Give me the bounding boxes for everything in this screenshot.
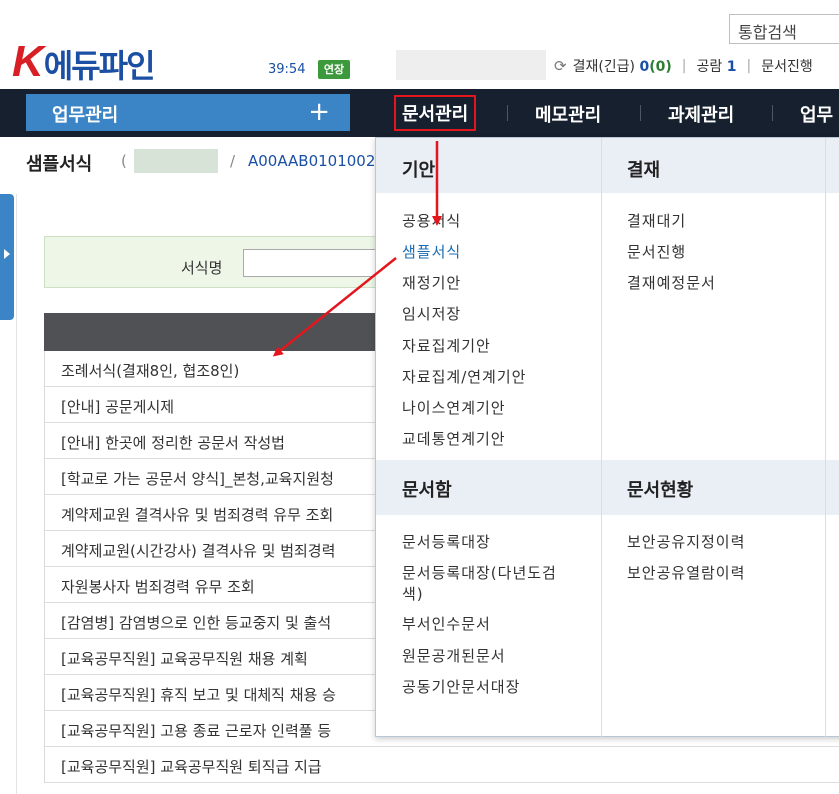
menu-doc-register-multiyear[interactable]: 문서등록대장(다년도검 [402,562,557,583]
list-item[interactable]: [교육공무직원] 교육공무직원 퇴직급 지급 [45,747,839,783]
breadcrumb-code: A00AAB0101002 [248,152,376,170]
session-timer: 39:54 [268,62,306,77]
logo-text: 에듀파인 [43,46,156,85]
work-management-button[interactable]: 업무관리 + [26,94,350,131]
menu-scheduled-approval[interactable]: 결재예정문서 [627,272,716,293]
breadcrumb-paren: ( [121,152,127,170]
user-name-masked [396,50,546,80]
menu-public-original-doc[interactable]: 원문공개된문서 [402,645,506,666]
extend-session-button[interactable]: 연장 [318,60,350,79]
menu-data-collect-draft[interactable]: 자료집계기안 [402,335,491,356]
breadcrumb-slash: / [230,152,236,170]
menu-neis-link-draft[interactable]: 나이스연계기안 [402,397,506,418]
list-header [44,313,384,351]
menu-data-collect-link-draft[interactable]: 자료집계/연계기안 [402,366,526,387]
refresh-icon[interactable]: ⟳ [554,57,567,75]
plus-icon: + [308,97,330,127]
top-info-bar: ⟳ 결재(긴급) 0(0) | 공람 1 | 문서진행 [554,56,813,76]
breadcrumb-masked [134,149,218,173]
form-search-panel: 서식명 [44,236,393,288]
approval-link[interactable]: 결재(긴급) 0(0) [573,56,672,76]
page-title: 샘플서식 [26,154,93,175]
menu-approval-wait[interactable]: 결재대기 [627,210,686,231]
menu-joint-draft-register[interactable]: 공동기안문서대장 [402,676,520,697]
menu-edudata-link-draft[interactable]: 교데통연계기안 [402,428,506,449]
nav-document-management[interactable]: 문서관리 [394,95,477,131]
nav-work[interactable]: 업무 [800,101,833,127]
menu-public-form[interactable]: 공용서식 [402,210,461,231]
menu-doc-register-multiyear-cont[interactable]: 색) [402,583,424,604]
menu-section-docbox: 문서함 [402,480,452,501]
menu-doc-progress[interactable]: 문서진행 [627,241,686,262]
k-edufine-logo[interactable]: K 에듀파인 [12,37,156,86]
doc-progress-link[interactable]: 문서진행 [761,56,813,76]
menu-section-draft: 기안 [402,160,436,181]
logo-k: K [12,37,44,86]
menu-section-approval: 결재 [627,160,661,181]
form-name-input[interactable] [243,249,393,277]
menu-sample-form[interactable]: 샘플서식 [402,241,461,262]
document-management-dropdown: 기안 결재 공용서식 샘플서식 재정기안 임시저장 자료집계기안 자료집계/연계… [375,137,839,738]
menu-section-status: 문서현황 [627,480,694,501]
menu-security-share-history[interactable]: 보안공유지정이력 [627,531,745,552]
menu-security-view-history[interactable]: 보안공유열람이력 [627,562,745,583]
menu-doc-register[interactable]: 문서등록대장 [402,531,491,552]
form-name-label: 서식명 [181,259,223,277]
chevron-right-icon [4,249,10,259]
menu-finance-draft[interactable]: 재정기안 [402,272,461,293]
nav-memo-management[interactable]: 메모관리 [535,101,601,127]
side-panel-toggle[interactable] [0,194,14,320]
menu-dept-transfer-doc[interactable]: 부서인수문서 [402,613,491,634]
menu-temp-save[interactable]: 임시저장 [402,303,461,324]
main-navbar: 업무관리 + 문서관리 메모관리 과제관리 업무 [0,89,839,137]
nav-task-management[interactable]: 과제관리 [668,101,734,127]
integrated-search-input[interactable]: 통합검색 [729,14,839,44]
notice-link[interactable]: 공람 1 [697,56,737,76]
